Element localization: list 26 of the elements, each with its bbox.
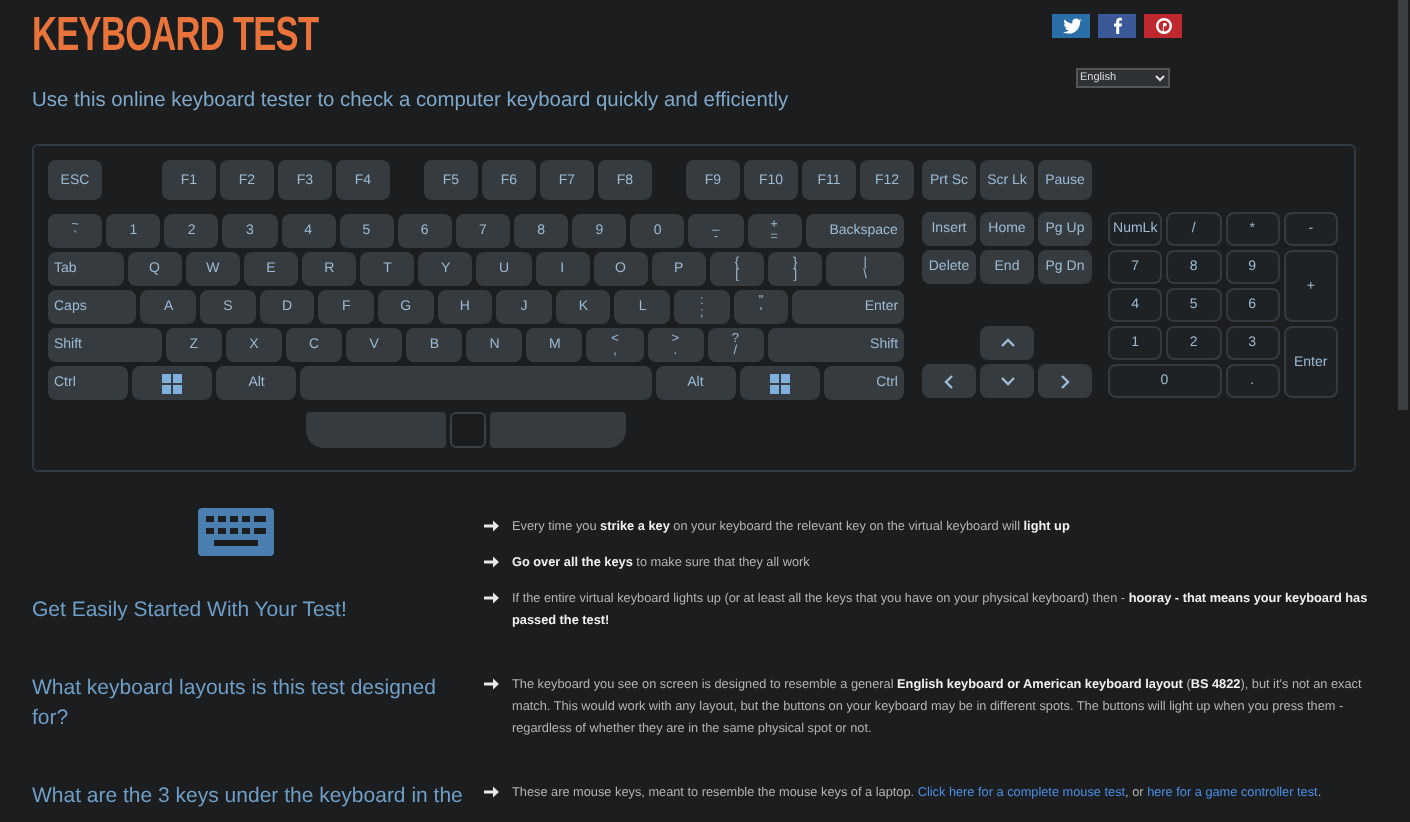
chevron-up-icon: [998, 334, 1016, 352]
arrow-icon: [484, 784, 500, 800]
windows-icon: [769, 373, 790, 393]
bird-icon: [1061, 16, 1081, 36]
mouse-key: [490, 412, 626, 448]
arrow-icon: [484, 518, 500, 534]
site-title: KEYBOARD TEST: [32, 12, 319, 60]
arrow-icon: [484, 590, 500, 606]
arrow-icon: [484, 676, 500, 692]
mouse-key: [450, 412, 486, 448]
page-subtitle: Use this online keyboard tester to check a computer keyboard quickly and efficiently: [32, 90, 789, 112]
facebook-button[interactable]: [1098, 14, 1136, 38]
pinterest-button[interactable]: [1144, 14, 1182, 38]
section-heading: What are the 3 keys under the keyboard in the: [32, 782, 465, 812]
arrow-icon: [484, 554, 500, 570]
chevron-left-icon: [940, 372, 958, 390]
section-heading: What keyboard layouts is this test designed for?: [32, 674, 438, 734]
windows-icon: [162, 373, 183, 393]
chevron-right-icon: [1056, 372, 1074, 390]
scrollbar-thumb[interactable]: [1398, 0, 1408, 410]
mouse-key: [306, 412, 446, 448]
pin-icon: [1153, 16, 1173, 36]
caret-icon: [1154, 74, 1166, 82]
section-heading: Get Easily Started With Your Test!: [32, 596, 349, 626]
chevron-down-icon: [998, 372, 1016, 390]
twitter-button[interactable]: [1052, 14, 1090, 38]
